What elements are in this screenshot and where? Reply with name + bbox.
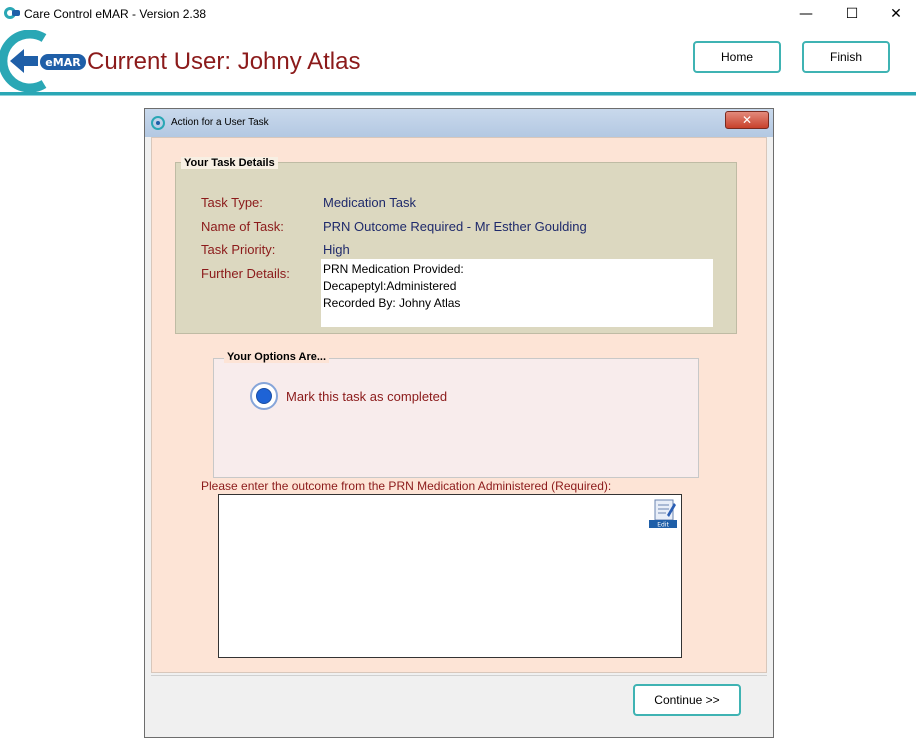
options-group: [213, 358, 699, 478]
task-type-value: Medication Task: [323, 195, 416, 210]
dialog-app-icon: [151, 116, 165, 130]
task-name-value: PRN Outcome Required - Mr Esther Gouldin…: [323, 219, 587, 234]
further-details-line: Decapeptyl:Administered: [323, 279, 457, 293]
current-user-label: Current User: Johny Atlas: [87, 48, 361, 75]
edit-icon-text: Edit: [657, 522, 669, 529]
further-details-label: Further Details:: [201, 266, 290, 281]
emar-logo: eMAR: [0, 30, 86, 92]
logo-emar-text: eMAR: [45, 56, 81, 69]
dialog-titlebar: Action for a User Task ✕: [145, 109, 773, 137]
dialog-body: Task Type: Medication Task Name of Task:…: [151, 137, 767, 673]
radio-selected-dot: [256, 388, 272, 404]
task-priority-label: Task Priority:: [201, 242, 276, 257]
outcome-label: Please enter the outcome from the PRN Me…: [201, 479, 612, 493]
further-details-box: PRN Medication Provided: Decapeptyl:Admi…: [321, 259, 713, 327]
window-close-button[interactable]: ✕: [874, 0, 916, 28]
window-titlebar: Care Control eMAR - Version 2.38 — ☐ ✕: [0, 0, 916, 28]
minimize-button[interactable]: —: [784, 0, 828, 28]
further-details-line: Recorded By: Johny Atlas: [323, 296, 461, 310]
mark-completed-radio[interactable]: [250, 382, 278, 410]
dialog-title: Action for a User Task: [171, 117, 269, 128]
edit-icon[interactable]: Edit: [647, 499, 679, 529]
app-logo-icon: [4, 7, 20, 19]
maximize-button[interactable]: ☐: [830, 0, 874, 28]
task-details-legend: Your Task Details: [181, 157, 278, 169]
further-details-line: PRN Medication Provided:: [323, 262, 464, 276]
task-name-label: Name of Task:: [201, 219, 284, 234]
dialog-footer: Continue >>: [151, 675, 767, 733]
task-type-label: Task Type:: [201, 195, 263, 210]
options-legend: Your Options Are...: [224, 351, 330, 363]
task-details-group: Task Type: Medication Task Name of Task:…: [175, 162, 737, 334]
dialog-close-button[interactable]: ✕: [725, 111, 769, 129]
home-button[interactable]: Home: [693, 41, 781, 73]
outcome-textarea[interactable]: Edit: [218, 494, 682, 658]
app-header: eMAR Current User: Johny Atlas Home Fini…: [0, 28, 916, 92]
finish-button[interactable]: Finish: [802, 41, 890, 73]
action-dialog: Action for a User Task ✕ Task Type: Medi…: [144, 108, 774, 738]
continue-button[interactable]: Continue >>: [633, 684, 741, 716]
header-divider-light: [0, 95, 916, 96]
task-priority-value: High: [323, 242, 350, 257]
mark-completed-label[interactable]: Mark this task as completed: [286, 389, 447, 404]
window-title: Care Control eMAR - Version 2.38: [24, 7, 207, 21]
